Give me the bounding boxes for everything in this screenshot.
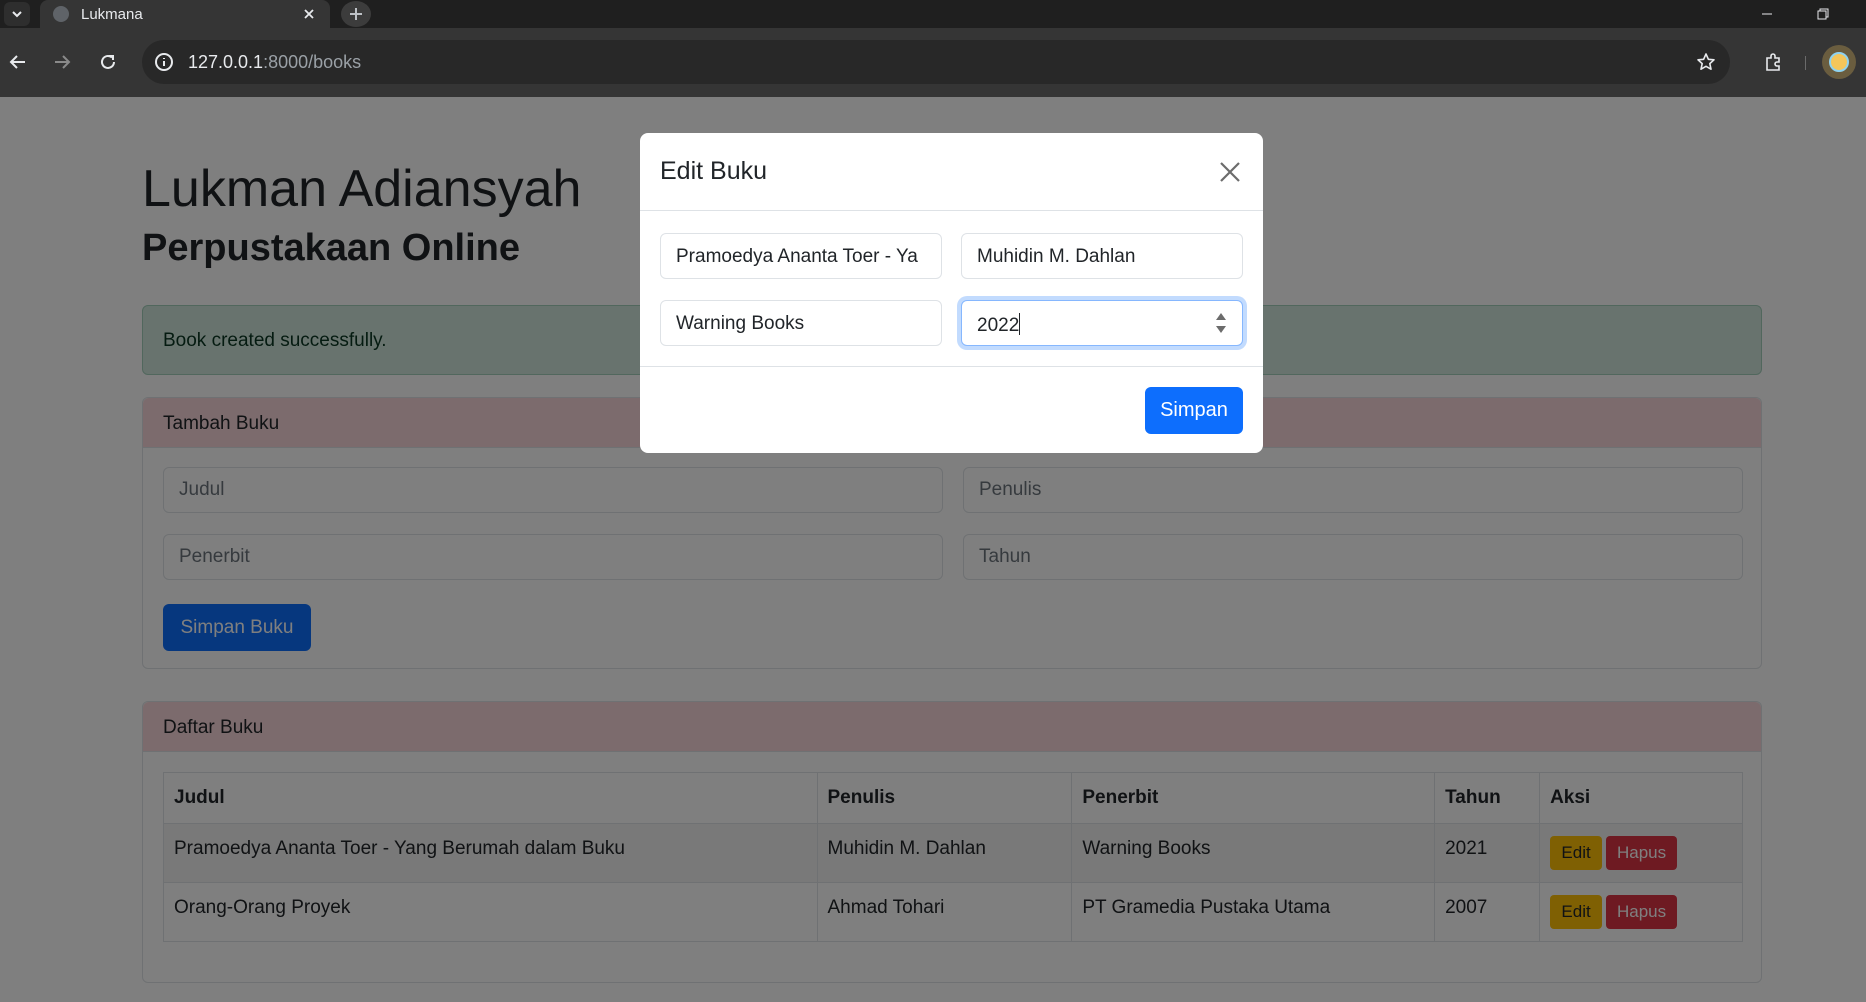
text-caret xyxy=(1019,313,1021,335)
arrow-left-icon xyxy=(9,55,25,69)
edit-tahun-input[interactable]: 2022 xyxy=(961,300,1243,346)
forward-button[interactable] xyxy=(46,46,78,78)
url-text: 127.0.0.1:8000/books xyxy=(188,52,361,73)
restore-icon xyxy=(1817,8,1829,20)
url-host: 127.0.0.1 xyxy=(188,52,264,72)
address-bar[interactable]: 127.0.0.1:8000/books xyxy=(142,40,1730,84)
edit-judul-input[interactable]: Pramoedya Ananta Toer - Ya xyxy=(660,233,942,279)
minimize-window-button[interactable] xyxy=(1744,0,1790,28)
toolbar-separator xyxy=(1805,56,1806,70)
browser-toolbar: 127.0.0.1:8000/books xyxy=(0,28,1866,97)
reload-button[interactable] xyxy=(92,46,124,78)
modal-header: Edit Buku xyxy=(640,133,1263,211)
edit-tahun-value: 2022 xyxy=(977,315,1020,336)
browser-tab-bar: Lukmana xyxy=(0,0,1866,28)
bookmark-star-icon[interactable] xyxy=(1694,50,1718,74)
save-button[interactable]: Simpan xyxy=(1145,387,1243,434)
modal-title: Edit Buku xyxy=(660,157,768,185)
modal-footer: Simpan xyxy=(640,366,1263,453)
avatar-face-icon xyxy=(1829,52,1849,72)
plus-icon xyxy=(350,8,362,20)
site-info-icon[interactable] xyxy=(152,50,176,74)
url-path: :8000/books xyxy=(263,52,362,72)
edit-book-modal: Edit Buku Pramoedya Ananta Toer - Ya Muh… xyxy=(640,133,1263,453)
reload-icon xyxy=(101,54,115,69)
puzzle-icon xyxy=(1766,53,1780,71)
restore-window-button[interactable] xyxy=(1800,0,1846,28)
close-icon[interactable] xyxy=(1215,157,1245,187)
minimize-icon xyxy=(1762,13,1772,15)
edit-penulis-input[interactable]: Muhidin M. Dahlan xyxy=(961,233,1243,279)
back-button[interactable] xyxy=(2,46,34,78)
globe-icon xyxy=(53,6,69,22)
number-spinner-icon[interactable] xyxy=(1214,309,1228,337)
tab-title: Lukmana xyxy=(81,6,143,23)
extensions-button[interactable] xyxy=(1758,46,1790,78)
new-tab-button[interactable] xyxy=(340,0,372,28)
edit-penerbit-input[interactable]: Warning Books xyxy=(660,300,942,346)
tab-search-button[interactable] xyxy=(4,2,30,26)
profile-avatar[interactable] xyxy=(1822,45,1856,79)
close-tab-icon[interactable] xyxy=(298,3,320,25)
chevron-down-icon xyxy=(12,11,22,18)
browser-tab[interactable]: Lukmana xyxy=(40,0,330,28)
arrow-right-icon xyxy=(55,55,71,69)
